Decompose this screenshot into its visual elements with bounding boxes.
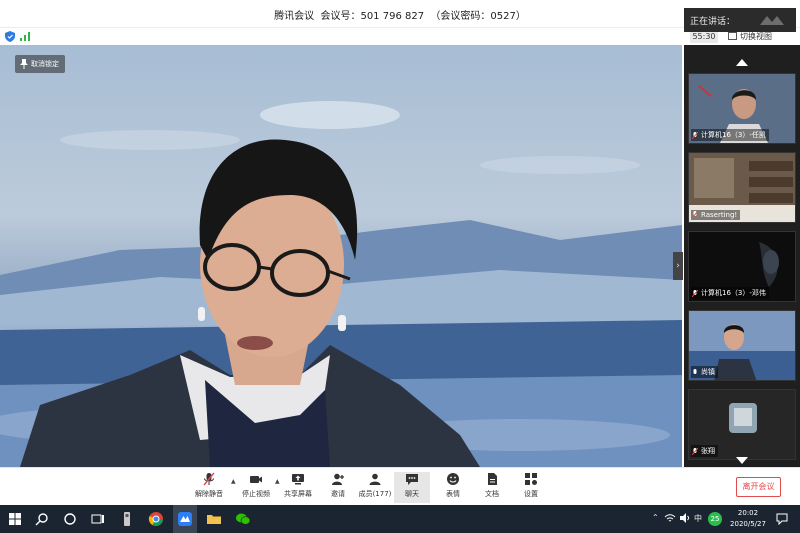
speaker-video-frame xyxy=(0,101,682,467)
mic-muted-icon xyxy=(692,211,698,218)
participant-tile[interactable]: Raserting! xyxy=(688,152,796,223)
tencent-meeting-taskbar-icon[interactable] xyxy=(177,511,193,527)
collapse-panel-button[interactable]: › xyxy=(673,252,683,280)
notification-badge[interactable]: 25 xyxy=(708,512,722,526)
pin-icon xyxy=(20,59,28,69)
audio-options-caret-icon[interactable]: ▲ xyxy=(231,478,236,485)
title-bar: 腾讯会议 会议号：501 796 827 （会议密码：0527） xyxy=(0,0,800,28)
members-label: 成员(177) xyxy=(358,490,392,498)
members-icon xyxy=(369,473,381,485)
volume-icon[interactable] xyxy=(679,512,691,524)
participant-tile[interactable]: 计算机16（3）-任凯 xyxy=(688,73,796,144)
shield-icon[interactable] xyxy=(5,31,15,42)
participant-name: Raserting! xyxy=(691,210,741,220)
meeting-info-bar: 55:30 切换视图 xyxy=(0,28,800,44)
chat-label: 聊天 xyxy=(405,490,419,498)
network-icon[interactable] xyxy=(664,512,676,524)
reactions-label: 表情 xyxy=(446,490,460,498)
share-screen-button[interactable]: 共享屏幕 xyxy=(283,472,313,503)
stop-video-button[interactable]: 停止视频 xyxy=(239,472,273,503)
tray-expand-icon[interactable]: ⌃ xyxy=(652,513,659,522)
documents-button[interactable]: 文档 xyxy=(481,472,503,503)
unmute-button[interactable]: 解除静音 xyxy=(193,472,225,503)
unmute-label: 解除静音 xyxy=(195,490,223,498)
main-speaker-video[interactable]: 取消锁定 xyxy=(0,45,682,467)
documents-label: 文档 xyxy=(485,490,499,498)
speaking-label: 正在讲话： xyxy=(690,17,736,27)
invite-button[interactable]: 邀请 xyxy=(326,472,350,503)
invite-user-icon xyxy=(332,473,344,485)
participant-video-panel: 计算机16（3）-任凯 Raserting! 计算机16（3）-邓伟 尚镇 张翔 xyxy=(684,45,800,467)
scroll-up-arrow-icon[interactable] xyxy=(736,59,748,66)
speaking-indicator: 正在讲话： xyxy=(684,8,796,32)
chat-button[interactable]: 聊天 xyxy=(394,472,430,503)
settings-grid-icon xyxy=(525,473,537,485)
share-screen-label: 共享屏幕 xyxy=(284,490,312,498)
chat-bubble-icon xyxy=(406,474,418,485)
participant-tile[interactable]: 尚镇 xyxy=(688,310,796,381)
participant-name: 计算机16（3）-任凯 xyxy=(691,129,769,141)
mic-muted-icon xyxy=(692,448,698,455)
meeting-toolbar: 解除静音 ▲ 停止视频 ▲ 共享屏幕 邀请 成员(177) 聊天 表情 文档 设… xyxy=(0,467,800,504)
video-options-caret-icon[interactable]: ▲ xyxy=(275,478,280,485)
reactions-button[interactable]: 表情 xyxy=(442,472,464,503)
grid-view-icon xyxy=(728,32,737,40)
stop-video-label: 停止视频 xyxy=(242,490,270,498)
share-screen-icon xyxy=(292,474,304,485)
cortana-icon[interactable] xyxy=(62,511,78,527)
task-view-icon[interactable] xyxy=(90,511,106,527)
signal-strength-icon[interactable] xyxy=(20,32,30,41)
file-explorer-icon[interactable] xyxy=(206,511,222,527)
clock-time: 20:02 xyxy=(737,509,759,517)
search-icon[interactable] xyxy=(34,511,50,527)
ime-indicator[interactable]: 中 xyxy=(694,513,702,524)
tencent-meeting-window: 腾讯会议 会议号：501 796 827 （会议密码：0527） 正在讲话： 5… xyxy=(0,0,800,504)
participant-tile[interactable]: 张翔 xyxy=(688,389,796,460)
invite-label: 邀请 xyxy=(331,490,345,498)
action-center-icon[interactable] xyxy=(776,513,788,525)
tencent-meeting-logo-icon xyxy=(760,16,784,25)
mic-muted-icon xyxy=(203,472,215,486)
smiley-icon xyxy=(447,473,459,485)
video-camera-icon xyxy=(250,476,262,483)
participant-name: 计算机16（3）-邓伟 xyxy=(691,287,769,299)
participant-tile[interactable]: 计算机16（3）-邓伟 xyxy=(688,231,796,302)
mic-muted-icon xyxy=(692,132,698,139)
windows-start-icon[interactable] xyxy=(7,511,23,527)
settings-button[interactable]: 设置 xyxy=(520,472,542,503)
system-clock[interactable]: 20:02 2020/5/27 xyxy=(727,508,769,530)
leave-meeting-button[interactable]: 离开会议 xyxy=(736,477,781,497)
document-icon xyxy=(488,473,497,485)
switch-view-label: 切换视图 xyxy=(740,32,772,41)
chrome-icon[interactable] xyxy=(148,511,164,527)
clock-date: 2020/5/27 xyxy=(730,520,766,528)
members-button[interactable]: 成员(177) xyxy=(358,472,392,503)
unpin-label: 取消锁定 xyxy=(31,60,59,68)
usb-device-icon[interactable] xyxy=(119,511,135,527)
windows-taskbar: ⌃ 中 25 20:02 2020/5/27 xyxy=(0,505,800,533)
window-title: 腾讯会议 会议号：501 796 827 （会议密码：0527） xyxy=(274,11,526,22)
scroll-down-arrow-icon[interactable] xyxy=(736,457,748,464)
unpin-button[interactable]: 取消锁定 xyxy=(15,55,65,73)
mic-icon xyxy=(693,369,697,374)
mic-muted-icon xyxy=(692,290,698,297)
settings-label: 设置 xyxy=(524,490,538,498)
wechat-icon[interactable] xyxy=(235,511,251,527)
